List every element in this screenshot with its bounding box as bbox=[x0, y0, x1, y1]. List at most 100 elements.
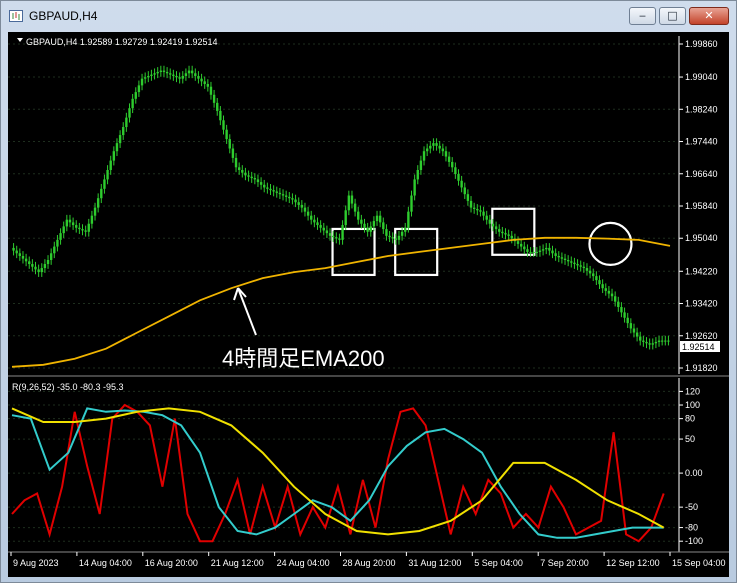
candle-body bbox=[310, 215, 313, 220]
candle-body bbox=[103, 179, 106, 189]
time-tick-label: 7 Sep 20:00 bbox=[540, 558, 589, 568]
candle-body bbox=[115, 143, 119, 152]
chart-window-icon bbox=[9, 10, 23, 22]
price-tick-label: 1.99860 bbox=[685, 39, 718, 49]
candle-body bbox=[407, 211, 410, 228]
window-title: GBPAUD,H4 bbox=[29, 9, 98, 23]
candle-body bbox=[610, 293, 614, 297]
title-bar[interactable]: GBPAUD,H4 ‒ □ ✕ bbox=[1, 1, 736, 31]
candle-body bbox=[579, 265, 582, 267]
dropdown-arrow-icon[interactable] bbox=[17, 38, 23, 42]
candle-body bbox=[253, 178, 257, 180]
candle-body bbox=[363, 223, 366, 228]
candle-body bbox=[350, 195, 354, 204]
candle-body bbox=[100, 188, 103, 199]
candle-body bbox=[209, 86, 213, 95]
candle-body bbox=[275, 191, 278, 193]
candle-body bbox=[554, 253, 557, 256]
candle-body bbox=[592, 273, 595, 277]
candle-body bbox=[84, 230, 87, 232]
price-tick-label: 1.96640 bbox=[685, 169, 718, 179]
candle-body bbox=[250, 176, 253, 179]
candle-body bbox=[93, 207, 97, 216]
oscillator-tick-label: 120 bbox=[685, 386, 700, 396]
close-icon: ✕ bbox=[704, 9, 714, 22]
oscillator-tick-label: -100 bbox=[685, 536, 703, 546]
candle-body bbox=[654, 341, 658, 344]
candle-body bbox=[585, 268, 589, 271]
candle-body bbox=[303, 207, 307, 212]
candle-body bbox=[482, 211, 485, 216]
candle-body bbox=[231, 148, 235, 158]
candle-body bbox=[31, 264, 34, 267]
candle-body bbox=[651, 343, 654, 345]
candle-body bbox=[419, 160, 423, 170]
candle-body bbox=[328, 233, 332, 236]
candle-body bbox=[159, 70, 163, 72]
candle-body bbox=[118, 135, 122, 144]
candle-body bbox=[53, 246, 56, 254]
oscillator-tick-label: 0.00 bbox=[685, 468, 703, 478]
candle-body bbox=[429, 145, 432, 149]
maximize-icon: □ bbox=[667, 9, 678, 22]
candle-body bbox=[491, 223, 495, 227]
candle-body bbox=[24, 258, 28, 262]
time-tick-label: 9 Aug 2023 bbox=[13, 558, 59, 568]
candle-body bbox=[566, 260, 570, 262]
candle-body bbox=[667, 340, 670, 342]
maximize-button[interactable]: □ bbox=[659, 7, 686, 25]
time-tick-label: 5 Sep 04:00 bbox=[474, 558, 523, 568]
candle-body bbox=[457, 174, 460, 181]
current-price-label: 1.92514 bbox=[680, 341, 720, 352]
candle-body bbox=[206, 84, 210, 87]
candle-body bbox=[541, 249, 545, 251]
candle-body bbox=[438, 145, 441, 149]
candle-body bbox=[488, 219, 492, 224]
candle-body bbox=[404, 227, 407, 232]
candle-body bbox=[234, 157, 238, 168]
candle-body bbox=[494, 226, 498, 230]
candle-body bbox=[109, 160, 112, 170]
price-and-oscillator-chart[interactable]: 1.99860 1.99040 1.98240 1.97440 1.96640 1.958… bbox=[8, 32, 729, 577]
candle-body bbox=[197, 75, 200, 79]
candle-body bbox=[247, 175, 250, 177]
price-panel[interactable]: 1.99860 1.99040 1.98240 1.97440 1.96640 1.958… bbox=[8, 36, 720, 374]
candle-body bbox=[601, 284, 604, 289]
candle-body bbox=[460, 180, 463, 188]
candle-body bbox=[300, 204, 304, 208]
candle-body bbox=[623, 312, 626, 318]
chart-area[interactable]: 1.99860 1.99040 1.98240 1.97440 1.96640 1.958… bbox=[8, 32, 729, 577]
candle-body bbox=[37, 269, 40, 273]
close-button[interactable]: ✕ bbox=[689, 7, 729, 25]
candle-body bbox=[194, 73, 197, 76]
candle-body bbox=[378, 215, 382, 223]
candle-body bbox=[632, 328, 636, 333]
candle-body bbox=[143, 77, 147, 79]
oscillator-panel[interactable]: 120 100 80 50 0.00 -50 -80 -100 R(9,26,52) -35.… bbox=[8, 378, 703, 552]
candle-body bbox=[563, 258, 567, 260]
price-tick-label: 1.91820 bbox=[685, 363, 718, 373]
candle-body bbox=[360, 219, 363, 224]
candle-body bbox=[617, 301, 620, 308]
candle-body bbox=[385, 229, 388, 236]
candle-body bbox=[347, 195, 351, 211]
candle-body bbox=[281, 194, 285, 196]
candle-body bbox=[68, 219, 72, 223]
minimize-button[interactable]: ‒ bbox=[629, 7, 656, 25]
candle-body bbox=[635, 332, 639, 337]
candle-body bbox=[256, 179, 260, 183]
candle-body bbox=[62, 226, 65, 234]
candle-body bbox=[237, 167, 241, 170]
candle-body bbox=[441, 148, 445, 152]
candle-body bbox=[485, 215, 488, 220]
candle-body bbox=[570, 261, 573, 263]
time-tick-label: 15 Sep 04:00 bbox=[672, 558, 726, 568]
oscillator-tick-label: 50 bbox=[685, 434, 695, 444]
candle-body bbox=[216, 102, 219, 111]
candle-body bbox=[288, 196, 291, 199]
candle-body bbox=[657, 340, 661, 342]
candle-body bbox=[416, 170, 419, 180]
candle-body bbox=[278, 192, 282, 195]
oscillator-tick-label: 80 bbox=[685, 414, 695, 424]
candle-body bbox=[335, 237, 338, 239]
